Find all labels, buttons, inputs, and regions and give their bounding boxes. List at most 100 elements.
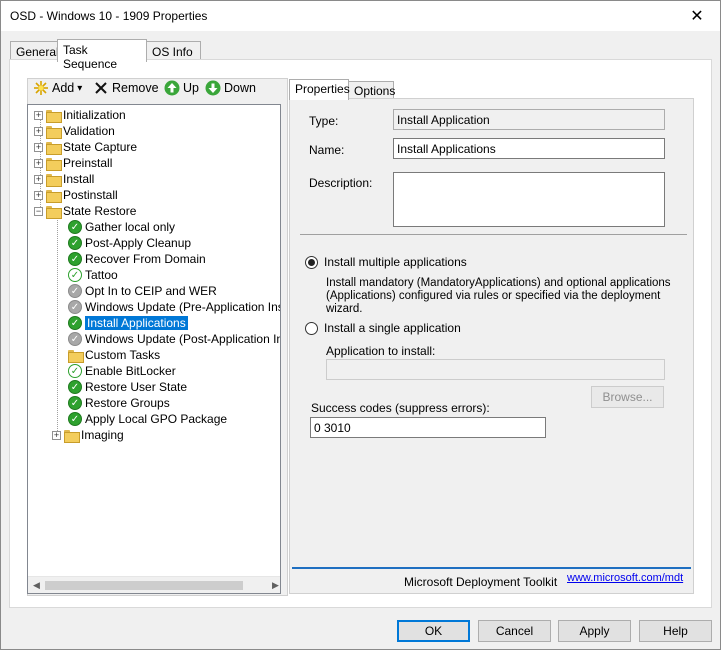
tree-item-install[interactable]: + Install <box>34 171 94 187</box>
expand-icon[interactable]: + <box>34 190 43 200</box>
expand-icon[interactable]: + <box>34 158 43 168</box>
tree-item-post-apply-cleanup[interactable]: ✓ Post-Apply Cleanup <box>68 235 191 251</box>
radio-install-multiple[interactable]: Install multiple applications <box>305 255 467 269</box>
tree-item-restore-groups[interactable]: ✓ Restore Groups <box>68 395 170 411</box>
add-label: Add <box>52 81 75 95</box>
cancel-button[interactable]: Cancel <box>478 620 551 642</box>
tree-item-install-applications[interactable]: ✓ Install Applications <box>68 315 188 331</box>
tree-item-gather-local-only[interactable]: ✓ Gather local only <box>68 219 175 235</box>
down-button[interactable]: Down <box>205 80 256 96</box>
tree-item-restore-user-state[interactable]: ✓ Restore User State <box>68 379 187 395</box>
tree-item-recover-from-domain[interactable]: ✓ Recover From Domain <box>68 251 206 267</box>
folder-check-icon <box>46 173 62 187</box>
tree-item-validation[interactable]: + Validation <box>34 123 115 139</box>
scroll-left-icon[interactable]: ◀ <box>28 577 45 593</box>
remove-button[interactable]: Remove <box>93 80 159 96</box>
multiple-description: Install mandatory (MandatoryApplications… <box>326 277 671 316</box>
expand-icon[interactable]: + <box>34 174 43 184</box>
down-label: Down <box>224 81 256 95</box>
tree-item-label: Windows Update (Post-Application Install… <box>85 332 280 346</box>
tree-item-state-restore[interactable]: − State Restore <box>34 203 136 219</box>
folder-check-icon <box>46 109 62 123</box>
expand-icon[interactable]: + <box>34 126 43 136</box>
mdt-label: Microsoft Deployment Toolkit <box>404 575 558 589</box>
tab-os-info[interactable]: OS Info <box>146 41 201 61</box>
expand-icon[interactable]: + <box>52 430 61 440</box>
tree-item-custom-tasks[interactable]: Custom Tasks <box>68 347 160 363</box>
scroll-right-icon[interactable]: ▶ <box>267 577 280 593</box>
tree-item-enable-bitlocker[interactable]: ✓ Enable BitLocker <box>68 363 176 379</box>
check-disabled-icon: ✓ <box>68 284 82 298</box>
check-disabled-icon: ✓ <box>68 300 82 314</box>
expand-icon[interactable]: + <box>34 142 43 152</box>
tree-item-label: Gather local only <box>85 220 176 234</box>
scrollbar-thumb[interactable] <box>45 581 243 590</box>
close-icon[interactable]: ✕ <box>674 1 720 31</box>
check-green-icon: ✓ <box>68 380 82 394</box>
tree-item-label: Preinstall <box>63 156 113 170</box>
name-field[interactable]: Install Applications <box>393 138 665 159</box>
collapse-icon[interactable]: − <box>34 206 43 216</box>
success-codes-field[interactable]: 0 3010 <box>310 417 546 438</box>
tab-options[interactable]: Options <box>348 81 396 99</box>
tree-item-windows-update-post[interactable]: ✓Windows Update (Post-Application Instal… <box>68 331 280 347</box>
tab-general[interactable]: General <box>10 41 59 61</box>
tree-item-preinstall[interactable]: + Preinstall <box>34 155 112 171</box>
remove-label: Remove <box>112 81 159 95</box>
title-bar: OSD - Windows 10 - 1909 Properties ✕ <box>1 1 720 31</box>
tree-item-label: Restore Groups <box>85 396 170 410</box>
description-label: Description: <box>309 176 373 190</box>
tree-item-label: Custom Tasks <box>85 348 161 362</box>
tree-item-label: State Capture <box>63 140 138 154</box>
multiple-description-line: Install mandatory (MandatoryApplications… <box>326 277 671 289</box>
window-title: OSD - Windows 10 - 1909 Properties <box>10 9 208 23</box>
add-button[interactable]: Add ▾ <box>33 80 82 96</box>
tree-item-label: Postinstall <box>63 188 118 202</box>
tree-item-opt-in-ceip[interactable]: ✓ Opt In to CEIP and WER <box>68 283 217 299</box>
tab-os-info-label: OS Info <box>152 45 193 59</box>
folder-check-icon <box>46 125 62 139</box>
tree-item-postinstall[interactable]: + Postinstall <box>34 187 118 203</box>
tree-item-apply-local-gpo[interactable]: ✓ Apply Local GPO Package <box>68 411 227 427</box>
footer-divider <box>292 567 691 569</box>
help-button[interactable]: Help <box>639 620 712 642</box>
tab-properties[interactable]: Properties <box>289 79 350 100</box>
ok-button[interactable]: OK <box>397 620 470 642</box>
tree-item-windows-update-pre[interactable]: ✓Windows Update (Pre-Application Install… <box>68 299 280 315</box>
expand-icon[interactable]: + <box>34 110 43 120</box>
separator <box>300 234 687 235</box>
tree-item-imaging[interactable]: + Imaging <box>52 427 124 443</box>
radio-install-multiple-label: Install multiple applications <box>324 255 467 269</box>
tab-options-label: Options <box>354 84 396 98</box>
tree-item-label: Apply Local GPO Package <box>85 412 228 426</box>
mdt-link[interactable]: www.microsoft.com/mdt <box>567 572 683 584</box>
folder-check-icon <box>46 189 62 203</box>
tree-horizontal-scrollbar[interactable]: ◀ ▶ <box>28 576 280 593</box>
arrow-down-icon <box>205 80 221 96</box>
type-label: Type: <box>309 114 339 128</box>
apply-button[interactable]: Apply <box>558 620 631 642</box>
tab-properties-label: Properties <box>295 82 350 96</box>
tree-item-label: State Restore <box>63 204 137 218</box>
multiple-description-line: wizard. <box>326 303 363 315</box>
check-disabled-icon: ✓ <box>68 332 82 346</box>
tree-item-label: Post-Apply Cleanup <box>85 236 192 250</box>
tree-item-state-capture[interactable]: + State Capture <box>34 139 137 155</box>
tree-item-initialization[interactable]: + Initialization <box>34 107 126 123</box>
remove-x-icon <box>93 80 109 96</box>
up-button[interactable]: Up <box>164 80 199 96</box>
check-outline-icon: ✓ <box>68 364 82 378</box>
tree-item-tattoo[interactable]: ✓ Tattoo <box>68 267 118 283</box>
radio-install-single-label: Install a single application <box>324 321 461 335</box>
tab-task-sequence[interactable]: Task Sequence <box>57 39 147 71</box>
description-field[interactable] <box>393 172 665 227</box>
radio-selected-icon <box>305 255 318 269</box>
task-sequence-tree[interactable]: + Initialization + Validation + State Captu… <box>27 104 281 594</box>
tree-item-label: Opt In to CEIP and WER <box>85 284 217 298</box>
arrow-up-icon <box>164 80 180 96</box>
check-green-icon: ✓ <box>68 316 82 330</box>
tree-item-label-selected: Install Applications <box>85 316 188 330</box>
tree-item-label: Recover From Domain <box>85 252 206 266</box>
application-label: Application to install: <box>326 344 436 358</box>
radio-install-single[interactable]: Install a single application <box>305 321 461 335</box>
